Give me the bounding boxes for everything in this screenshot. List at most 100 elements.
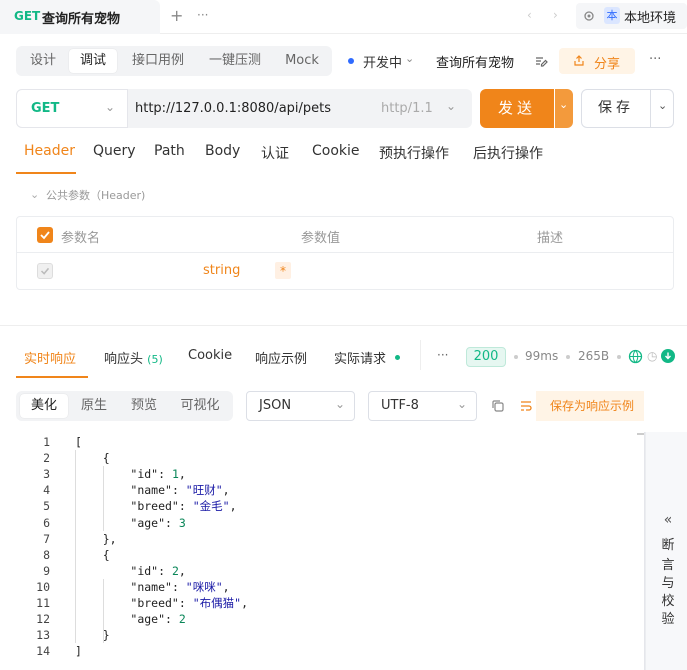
encoding-select[interactable]: UTF-8 ⌄	[368, 391, 477, 421]
save-as-example-button[interactable]: 保存为响应示例	[536, 391, 644, 421]
tab-auth[interactable]: 认证	[261, 143, 289, 163]
env-label: 本地环境	[624, 11, 677, 26]
code-text: [	[75, 435, 82, 449]
param-table-header	[17, 217, 673, 253]
share-button[interactable]: 分享	[559, 48, 635, 74]
param-type[interactable]: string	[203, 263, 240, 278]
indent-guide	[75, 450, 76, 644]
response-time: 99ms	[525, 349, 559, 363]
row-checkbox[interactable]	[37, 263, 53, 279]
protocol-select[interactable]: http/1.1	[381, 101, 433, 116]
chevron-right-icon[interactable]: ›	[553, 8, 558, 22]
url-input[interactable]: http://127.0.0.1:8080/api/pets	[135, 101, 331, 116]
add-tab-icon[interactable]: +	[170, 6, 183, 25]
json-punct: ,	[229, 499, 237, 514]
line-number: 12	[36, 612, 50, 627]
tab-response-cookie[interactable]: Cookie	[188, 348, 232, 368]
check-icon	[40, 231, 50, 240]
tab-actual-request[interactable]: 实际请求	[334, 348, 386, 368]
tab-pretty[interactable]: 美化	[20, 394, 68, 418]
line-number: 11	[36, 596, 50, 610]
format-select[interactable]: JSON ⌄	[246, 391, 355, 421]
side-char-2: 言	[661, 558, 675, 573]
json-punct: ,	[222, 579, 230, 594]
tab-post-script[interactable]: 后执行操作	[473, 143, 543, 163]
chevron-left-icon[interactable]: ‹	[527, 8, 532, 22]
chevron-down-icon: ⌄	[457, 397, 468, 411]
tab-query[interactable]: Query	[93, 143, 136, 163]
json-separator: :	[165, 612, 179, 627]
json-value: "布偶猫"	[192, 596, 242, 610]
json-value: 2	[171, 563, 179, 578]
tab-response-headers[interactable]: 响应头 (5)	[104, 348, 163, 368]
code-text: ]	[75, 644, 82, 659]
json-separator: :	[158, 563, 172, 578]
chevron-down-icon: ⌄	[335, 397, 346, 411]
tab-debug[interactable]: 调试	[69, 49, 117, 73]
globe-icon[interactable]	[628, 349, 643, 364]
tab-response-example[interactable]: 响应示例	[255, 348, 307, 368]
method-select[interactable]: GET ⌄	[16, 89, 128, 128]
line-number: 6	[43, 515, 50, 530]
arrow-down-icon	[665, 352, 671, 360]
public-params-label[interactable]: 公共参数（Header)	[46, 187, 145, 203]
json-separator: :	[171, 579, 186, 594]
check-icon	[40, 267, 50, 275]
tab-visualize[interactable]: 可视化	[170, 394, 230, 418]
env-selector[interactable]: 本 本地环境	[576, 3, 687, 29]
tab-bar: GET 查询所有宠物 + ··· ‹ › 本 本地环境	[0, 0, 687, 34]
edit-icon[interactable]	[535, 55, 548, 68]
json-key: "name"	[130, 579, 172, 594]
col-param-value: 参数值	[301, 231, 341, 246]
line-number: 14	[36, 644, 50, 659]
tab-design[interactable]: 设计	[22, 49, 64, 73]
send-dropdown[interactable]: ⌄	[555, 89, 573, 128]
tab-cookie[interactable]: Cookie	[312, 143, 360, 163]
send-button[interactable]: 发送	[480, 89, 554, 128]
copy-icon[interactable]	[491, 399, 505, 413]
code-line: "name": "旺财",	[75, 482, 229, 498]
tab-realtime-response[interactable]: 实时响应	[24, 348, 76, 368]
collapse-icon[interactable]: ⌄	[30, 188, 39, 201]
side-char-4: 校	[661, 594, 675, 609]
select-all-checkbox[interactable]	[37, 227, 53, 243]
tab-preview[interactable]: 预览	[120, 394, 168, 418]
more-icon[interactable]: ···	[437, 348, 448, 362]
tab-test-cases[interactable]: 接口用例	[122, 49, 194, 73]
save-button[interactable]: 保存	[581, 89, 651, 128]
chevron-down-icon: ⌄	[658, 99, 668, 112]
line-number: 1	[43, 435, 50, 449]
code-line: ]	[75, 643, 82, 659]
tab-raw[interactable]: 原生	[70, 394, 118, 418]
code-line: "breed": "布偶猫",	[75, 595, 248, 611]
json-punct: ,	[178, 467, 186, 482]
api-name[interactable]: 查询所有宠物	[436, 52, 514, 71]
chevron-down-icon: ⌄	[105, 100, 116, 114]
response-code-view[interactable]: 1 [2 {3 "id": 1, 4 "name": "旺财", 5 "breed":…	[0, 432, 636, 670]
more-icon[interactable]: ···	[649, 52, 661, 67]
assertion-side-panel[interactable]: « 断 言 与 校 验	[645, 432, 687, 670]
col-description: 描述	[537, 231, 564, 246]
response-size: 265B	[578, 349, 610, 363]
tab-path[interactable]: Path	[154, 143, 185, 163]
required-marker[interactable]: *	[275, 262, 291, 279]
response-headers-label: 响应头	[104, 352, 144, 367]
tab-active-request[interactable]: GET 查询所有宠物	[0, 0, 160, 34]
tab-pre-script[interactable]: 预执行操作	[379, 143, 449, 163]
status-code-badge: 200	[466, 347, 506, 367]
more-tabs-icon[interactable]: ···	[197, 8, 208, 22]
code-line: "age": 3	[75, 515, 185, 531]
param-table	[16, 216, 674, 290]
download-icon[interactable]	[661, 349, 675, 363]
tab-body[interactable]: Body	[205, 143, 240, 163]
side-char-3: 与	[661, 576, 675, 591]
code-text: {	[75, 547, 110, 562]
tab-header[interactable]: Header	[24, 143, 75, 163]
clock-icon[interactable]: ◷	[647, 349, 657, 363]
tab-load-test[interactable]: 一键压测	[199, 49, 271, 73]
line-number: 8	[43, 547, 50, 562]
tab-mock[interactable]: Mock	[278, 49, 326, 73]
wrap-icon[interactable]	[519, 399, 533, 413]
save-dropdown[interactable]: ⌄	[650, 89, 674, 128]
panel-divider[interactable]	[0, 325, 687, 326]
